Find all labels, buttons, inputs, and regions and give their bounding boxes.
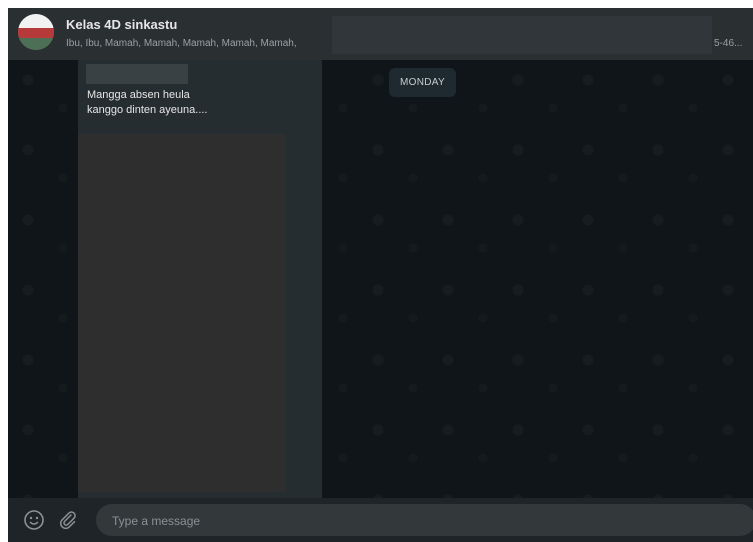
conversation-panel[interactable]: Mangga absen heula kanggo dinten ayeuna.… [8, 60, 753, 498]
message-line: kanggo dinten ayeuna.... [87, 104, 208, 116]
chat-window: Kelas 4D sinkastu Ibu, Ibu, Mamah, Mamah… [8, 8, 753, 542]
chat-title[interactable]: Kelas 4D sinkastu [66, 17, 177, 32]
message-composer [8, 498, 753, 542]
avatar-segment [18, 38, 54, 50]
message-line: Mangga absen heula [87, 89, 190, 101]
participants-list: Ibu, Ibu, Mamah, Mamah, Mamah, Mamah, Ma… [66, 38, 297, 49]
message-bubble[interactable]: Mangga absen heula kanggo dinten ayeuna.… [78, 60, 322, 498]
chat-header[interactable]: Kelas 4D sinkastu Ibu, Ibu, Mamah, Mamah… [8, 8, 753, 60]
emoji-icon[interactable] [22, 508, 46, 532]
message-text: Mangga absen heula kanggo dinten ayeuna.… [87, 88, 307, 118]
avatar-segment [18, 28, 54, 38]
message-input[interactable] [110, 511, 714, 531]
participants-tail: 5-46... [714, 38, 743, 49]
redacted-media [78, 134, 286, 492]
message-input-wrapper[interactable] [96, 504, 753, 536]
paperclip-icon[interactable] [56, 508, 80, 532]
avatar-segment [18, 14, 54, 28]
group-avatar[interactable] [18, 14, 54, 50]
redacted-block [332, 16, 712, 54]
day-separator: MONDAY [389, 68, 456, 97]
redacted-sender [86, 64, 188, 84]
